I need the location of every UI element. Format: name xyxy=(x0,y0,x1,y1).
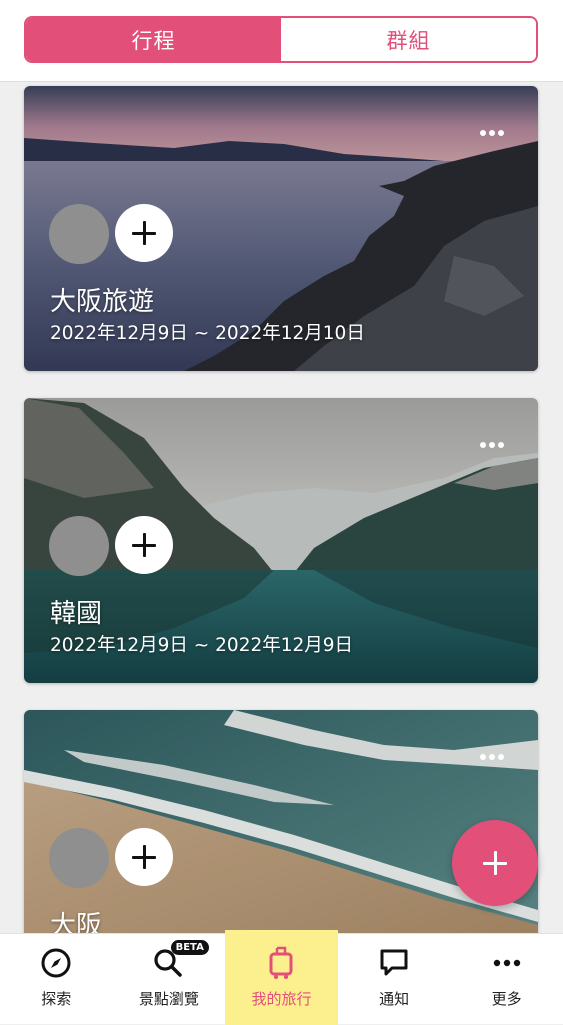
nav-label: 我的旅行 xyxy=(251,990,312,1008)
trip-title: 韓國 xyxy=(50,599,103,629)
nav-item-notifications[interactable]: 通知 xyxy=(338,934,451,1025)
avatar xyxy=(49,204,109,264)
nav-item-explore[interactable]: 探索 xyxy=(0,934,113,1025)
plus-icon xyxy=(132,845,156,869)
plus-icon xyxy=(132,221,156,245)
add-member-button[interactable] xyxy=(115,828,173,886)
more-options-icon[interactable] xyxy=(480,754,504,760)
chat-bubble-icon xyxy=(377,946,411,980)
more-options-icon[interactable] xyxy=(480,442,504,448)
add-member-button[interactable] xyxy=(115,516,173,574)
nav-label: 更多 xyxy=(491,990,522,1008)
more-icon xyxy=(490,946,524,980)
nav-label: 探索 xyxy=(41,990,72,1008)
beta-badge: BETA xyxy=(170,940,209,955)
add-trip-button[interactable] xyxy=(452,820,538,906)
trip-card[interactable]: 韓國 2022年12月9日 ~ 2022年12月9日 xyxy=(24,398,538,683)
trip-dates: 2022年12月9日 ~ 2022年12月10日 xyxy=(50,323,365,344)
trip-dates: 2022年12月9日 ~ 2022年12月9日 xyxy=(50,635,354,656)
plus-icon xyxy=(132,533,156,557)
nav-item-attractions[interactable]: BETA 景點瀏覽 xyxy=(113,934,226,1025)
nav-label: 景點瀏覽 xyxy=(138,990,199,1008)
tab-itinerary[interactable]: 行程 xyxy=(26,18,281,61)
nav-item-my-trips[interactable]: 我的旅行 xyxy=(225,930,338,1025)
trip-card[interactable]: 大阪 xyxy=(24,710,538,950)
nav-label: 通知 xyxy=(379,990,410,1008)
add-member-button[interactable] xyxy=(115,204,173,262)
compass-icon xyxy=(39,946,73,980)
avatar xyxy=(49,516,109,576)
avatar xyxy=(49,828,109,888)
nav-item-more[interactable]: 更多 xyxy=(450,934,563,1025)
top-bar: 行程 群組 xyxy=(0,0,563,82)
bottom-nav: 探索 BETA 景點瀏覽 我的旅行 通知 更多 xyxy=(0,930,563,1025)
more-options-icon[interactable] xyxy=(480,130,504,136)
tab-groups[interactable]: 群組 xyxy=(281,18,536,61)
trip-title: 大阪旅遊 xyxy=(50,287,155,317)
view-switcher: 行程 群組 xyxy=(24,16,538,63)
plus-icon xyxy=(483,851,507,875)
luggage-icon xyxy=(264,946,298,980)
trip-card[interactable]: 大阪旅遊 2022年12月9日 ~ 2022年12月10日 xyxy=(24,86,538,371)
